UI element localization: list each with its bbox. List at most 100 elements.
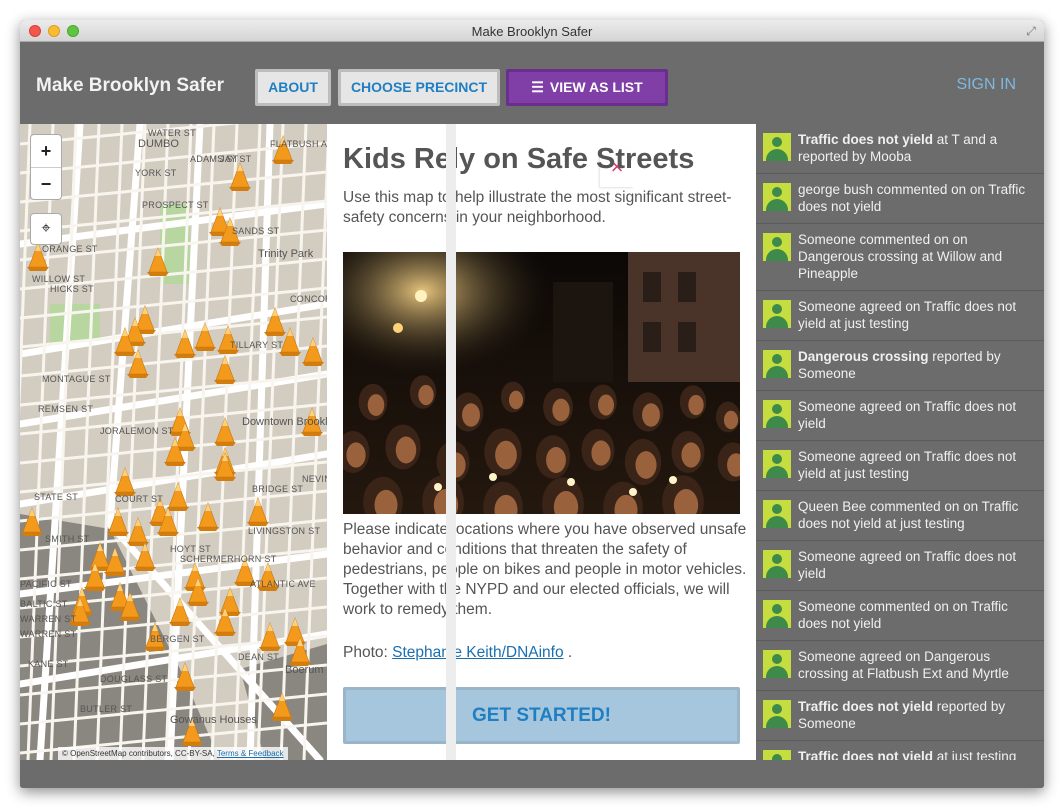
feed-item[interactable]: Someone agreed on Traffic does not yield… [756, 441, 1044, 491]
feed-item-text: george bush commented on on Traffic does… [798, 182, 1025, 214]
feed-item[interactable]: Someone agreed on Traffic does not yield… [756, 291, 1044, 341]
feed-item[interactable]: Queen Bee commented on on Traffic does n… [756, 491, 1044, 541]
app-header: Make Brooklyn Safer ABOUT CHOOSE PRECINC… [20, 42, 1044, 124]
info-panel: × Kids Rely on Safe Streets Use this map… [327, 124, 756, 760]
map-street-label: Downtown Brooklyn [242, 416, 327, 428]
main-content: WATER ST DUMBO YORK ST PROSPECT ST SANDS ST T… [20, 124, 1044, 760]
map-street-label: FLATBUSH AVE EXT [270, 139, 327, 149]
map-street-label: YORK ST [135, 168, 177, 178]
map-street-label: BERGEN ST [150, 634, 205, 644]
feed-item-detail: Someone commented on on Traffic does not… [798, 599, 1008, 631]
feed-item-text: Someone commented on on Dangerous crossi… [798, 232, 1002, 281]
user-avatar-icon [763, 700, 791, 728]
map-street-label: WARREN ST [20, 629, 77, 639]
panel-intro: Use this map to help illustrate the most… [343, 189, 732, 226]
view-as-list-button[interactable]: ☰ VIEW AS LIST [506, 69, 668, 106]
map-street-label: COURT ST [115, 494, 164, 504]
map-street-label: CONCORD ST [290, 294, 327, 304]
window-titlebar: Make Brooklyn Safer ⤢ [20, 20, 1044, 42]
feed-item[interactable]: george bush commented on on Traffic does… [756, 174, 1044, 224]
map-view[interactable]: WATER ST DUMBO YORK ST PROSPECT ST SANDS ST T… [20, 124, 327, 760]
map-street-label: LIVINGSTON ST [248, 526, 321, 536]
map-street-label: PACIFIC ST [20, 579, 72, 589]
choose-precinct-button[interactable]: CHOOSE PRECINCT [338, 69, 500, 106]
map-street-label: Boerum Hill [285, 664, 327, 676]
window-title: Make Brooklyn Safer [471, 24, 593, 39]
photo-credit-link[interactable]: Stephanie Keith/DNAinfo [392, 644, 563, 661]
feed-item[interactable]: Someone agreed on Traffic does not yield [756, 391, 1044, 441]
attribution-text: © OpenStreetMap contributors, CC-BY-SA, [62, 749, 215, 758]
get-started-button[interactable]: GET STARTED! [343, 687, 740, 744]
map-street-label: DEAN ST [238, 652, 280, 662]
photo-credit: Photo: Stephanie Keith/DNAinfo . [343, 644, 572, 662]
feed-item-text: Traffic does not yield at just testing r… [798, 749, 1016, 760]
feed-item[interactable]: Someone commented on on Traffic does not… [756, 591, 1044, 641]
user-avatar-icon [763, 500, 791, 528]
app-window: Make Brooklyn Safer ⤢ Make Brooklyn Safe… [20, 20, 1044, 788]
feed-item-title: Traffic does not yield [798, 749, 934, 760]
map-street-label: HICKS ST [50, 284, 94, 294]
feed-item-text: Dangerous crossing reported by Someone [798, 349, 1001, 381]
map-street-label: REMSEN ST [38, 404, 94, 414]
fullscreen-icon[interactable]: ⤢ [1024, 24, 1038, 38]
user-avatar-icon [763, 233, 791, 261]
feed-item-text: Someone agreed on Traffic does not yield [798, 549, 1016, 581]
feed-item-text: Queen Bee commented on on Traffic does n… [798, 499, 1018, 531]
user-avatar-icon [763, 550, 791, 578]
activity-feed: Traffic does not yield at T and a report… [756, 124, 1044, 760]
footer-bar [20, 760, 1044, 788]
feed-item-detail: Someone agreed on Traffic does not yield [798, 399, 1017, 431]
view-as-list-label: VIEW AS LIST [549, 79, 643, 95]
feed-item[interactable]: Someone agreed on Dangerous crossing at … [756, 641, 1044, 691]
user-avatar-icon [763, 350, 791, 378]
map-street-label: KANE ST [28, 659, 69, 669]
feed-item[interactable]: Someone commented on on Dangerous crossi… [756, 224, 1044, 291]
map-street-label: BUTLER ST [80, 704, 133, 714]
feed-item-text: Someone commented on on Traffic does not… [798, 599, 1008, 631]
map-street-label: HOYT ST [170, 544, 211, 554]
map-street-label: NEVINS ST [302, 474, 327, 484]
feed-item-title: Traffic does not yield [798, 132, 934, 147]
map-street-label: Trinity Park [258, 248, 314, 260]
feed-item[interactable]: Traffic does not yield reported by Someo… [756, 691, 1044, 741]
feed-item[interactable]: Someone agreed on Traffic does not yield [756, 541, 1044, 591]
vigil-photo [343, 252, 740, 514]
user-avatar-icon [763, 300, 791, 328]
panel-scrollbar[interactable] [446, 124, 456, 760]
map-street-label: DUMBO [138, 138, 179, 150]
feed-item[interactable]: Dangerous crossing reported by Someone [756, 341, 1044, 391]
map-street-label: BRIDGE ST [252, 484, 304, 494]
feed-item-detail: george bush commented on on Traffic does… [798, 182, 1026, 214]
list-icon: ☰ [531, 79, 544, 95]
map-street-label: SCHERMERHORN ST [180, 554, 277, 564]
terms-link[interactable]: Terms & Feedback [217, 749, 284, 758]
map-street-label: STATE ST [34, 492, 79, 502]
feed-item-text: Someone agreed on Dangerous crossing at … [798, 649, 1009, 681]
map-street-label: MONTAGUE ST [42, 374, 111, 384]
feed-item-detail: Someone agreed on Traffic does not yield [798, 549, 1017, 581]
locate-icon[interactable]: ⌖ [30, 213, 62, 245]
user-avatar-icon [763, 183, 791, 211]
feed-item-text: Someone agreed on Traffic does not yield… [798, 449, 1016, 481]
map-street-label: PROSPECT ST [142, 200, 209, 210]
map-street-label: WATER ST [148, 128, 196, 138]
feed-item-detail: Someone agreed on Traffic does not yield… [798, 449, 1017, 481]
zoom-out-button[interactable]: − [31, 167, 61, 199]
map-street-label: ORANGE ST [42, 244, 98, 254]
sign-in-link[interactable]: SIGN IN [956, 76, 1016, 94]
feed-item[interactable]: Traffic does not yield at T and a report… [756, 124, 1044, 174]
feed-item-detail: Someone commented on on Dangerous crossi… [798, 232, 1003, 281]
about-button[interactable]: ABOUT [255, 69, 331, 106]
user-avatar-icon [763, 650, 791, 678]
user-avatar-icon [763, 600, 791, 628]
feed-item-text: Someone agreed on Traffic does not yield… [798, 299, 1016, 331]
zoom-in-button[interactable]: + [31, 135, 61, 167]
map-street-label: Gowanus Houses [170, 714, 257, 726]
app-title: Make Brooklyn Safer [36, 75, 224, 96]
user-avatar-icon [763, 400, 791, 428]
map-street-label: ATLANTIC AVE [250, 579, 316, 589]
panel-body: Please indicate locations where you have… [343, 521, 747, 618]
feed-item[interactable]: Traffic does not yield at just testing r… [756, 741, 1044, 760]
map-street-label: BALTIC ST [20, 599, 68, 609]
map-street-label: WARREN ST [20, 614, 77, 624]
